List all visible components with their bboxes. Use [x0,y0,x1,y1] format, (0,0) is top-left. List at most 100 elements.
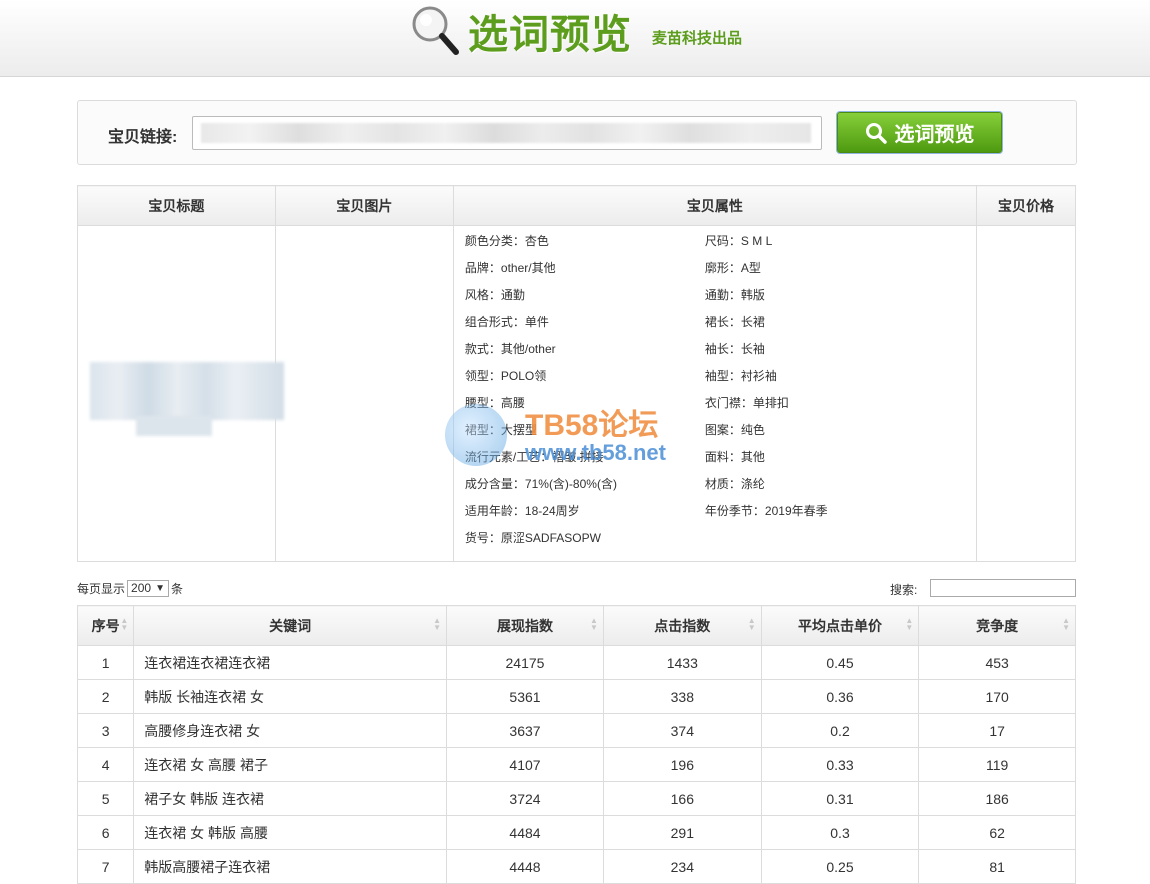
sort-icon: ▲ ▼ [590,616,598,632]
cell-impressions: 4448 [446,849,604,884]
column-header-competition[interactable]: 竞争度 ▲ ▼ [918,605,1076,646]
header-attributes: 宝贝属性 [452,185,977,226]
cell-keyword: 高腰修身连衣裙 女 [133,713,448,748]
attribute-item: 成分含量：71%(含)-80%(含) [464,477,617,491]
column-header-label: 竞争度 [976,617,1019,634]
column-header-cpc[interactable]: 平均点击单价 ▲ ▼ [760,605,920,646]
app-subtitle: 麦苗科技出品 [652,30,743,47]
dropdown-arrow-icon: ▼ [155,583,166,594]
table-row: 6 连衣裙 女 韩版 高腰 4484 291 0.3 62 [76,815,1076,850]
cell-clicks: 1433 [602,645,762,680]
cell-clicks: 234 [602,849,762,884]
header-title: 宝贝标题 [77,185,276,226]
attribute-item: 货号：原涩SADFASOPW [464,531,601,545]
table-search-label: 搜索: [890,583,918,597]
redacted-url [201,123,811,143]
table-row: 3 高腰修身连衣裙 女 3637 374 0.2 17 [76,713,1076,748]
redacted-title [90,362,284,420]
column-header-label: 序号 [91,617,120,634]
cell-no: 7 [76,849,135,884]
cell-competition: 170 [918,679,1076,714]
cell-keyword: 韩版 长袖连衣裙 女 [133,679,448,714]
page-size-select[interactable]: 200 ▼ [127,580,170,597]
redacted-title [136,416,212,436]
cell-competition: 453 [918,645,1076,680]
cell-impressions: 24175 [446,645,604,680]
preview-button-label: 选词预览 [894,124,975,146]
page-size-suffix: 条 [171,582,184,596]
cell-no: 5 [76,781,135,816]
search-icon [865,122,887,144]
attribute-item: 裙长：长裙 [704,315,765,329]
cell-clicks: 374 [602,713,762,748]
cell-keyword: 连衣裙 女 高腰 裙子 [133,747,448,782]
cell-keyword: 韩版高腰裙子连衣裙 [133,849,448,884]
attribute-item: 适用年龄：18-24周岁 [464,504,580,518]
cell-cpc: 0.36 [760,679,920,714]
cell-impressions: 4107 [446,747,604,782]
attribute-item: 廓形：A型 [704,261,761,275]
cell-keyword: 连衣裙 女 韩版 高腰 [133,815,448,850]
column-header-clicks[interactable]: 点击指数 ▲ ▼ [602,605,762,646]
sort-icon: ▲ ▼ [905,616,914,632]
table-row: 2 韩版 长袖连衣裙 女 5361 338 0.36 170 [76,679,1076,714]
table-search-input[interactable] [930,579,1076,597]
cell-cpc: 0.25 [760,849,920,884]
cell-no: 6 [76,815,135,850]
cell-impressions: 4484 [446,815,604,850]
keyword-table: 序号 ▲ ▼ 关键词 ▲ ▼ 展现指数 ▲ ▼ 点击指数 ▲ ▼ 平均点击单价 ▲ ▼ 竞争度 ▲ ▼ … [76,605,1076,884]
table-row: 4 连衣裙 女 高腰 裙子 4107 196 0.33 119 [76,747,1076,782]
cell-clicks: 166 [602,781,762,816]
url-search-panel: 宝贝链接: 选词预览 [77,100,1077,165]
attribute-item: 领型：POLO领 [464,369,547,383]
url-label: 宝贝链接: [108,129,178,146]
page-size-prefix: 每页显示 [77,582,126,596]
preview-button[interactable]: 选词预览 [837,112,1002,153]
cell-cpc: 0.45 [760,645,920,680]
cell-impressions: 5361 [446,679,604,714]
attribute-item: 颜色分类：杏色 [464,234,549,248]
cell-clicks: 291 [602,815,762,850]
page-size-value: 200 [131,581,152,595]
sort-icon: ▲ ▼ [1062,616,1070,632]
column-header-label: 平均点击单价 [798,617,882,634]
cell-keyword: 裙子女 韩版 连衣裙 [133,781,448,816]
cell-no: 4 [76,747,135,782]
cell-cpc: 0.3 [760,815,920,850]
attribute-item: 裙型：大摆型 [464,423,537,437]
attribute-item: 图案：纯色 [704,423,765,437]
attribute-item: 款式：其他/other [464,342,556,356]
sort-icon: ▲ ▼ [747,616,756,632]
table-row: 5 裙子女 韩版 连衣裙 3724 166 0.31 186 [76,781,1076,816]
attribute-item: 通勤：韩版 [704,288,765,302]
product-table: 宝贝标题 宝贝图片 宝贝属性 宝贝价格 颜色分类：杏色 尺码：S M L 品牌：ot… [77,185,1077,562]
sort-icon: ▲ ▼ [433,616,442,632]
cell-no: 1 [76,645,135,680]
product-attributes-cell: 颜色分类：杏色 尺码：S M L 品牌：other/其他 廓形：A型 风格：通勤 通勤：韩… [452,225,977,562]
page-size-control: 每页显示 200 ▼ 条 [77,580,183,597]
magnifier-icon [412,6,459,55]
cell-impressions: 3724 [446,781,604,816]
app-title: 选词预览 [468,12,632,58]
attribute-item: 年份季节：2019年春季 [704,504,828,518]
attribute-item: 袖长：长袖 [704,342,765,356]
cell-competition: 186 [918,781,1076,816]
page-header: 选词预览 麦苗科技出品 [0,0,1150,77]
attribute-item: 袖型：衬衫袖 [704,369,777,383]
cell-competition: 119 [918,747,1076,782]
header-price: 宝贝价格 [975,185,1077,226]
cell-cpc: 0.31 [760,781,920,816]
attribute-item: 尺码：S M L [704,234,773,248]
product-price-cell [975,225,1077,562]
column-header-label: 关键词 [269,617,312,634]
cell-cpc: 0.2 [760,713,920,748]
table-row: 1 连衣裙连衣裙连衣裙 24175 1433 0.45 453 [76,645,1076,680]
cell-clicks: 196 [602,747,762,782]
cell-no: 2 [76,679,135,714]
column-header-impressions[interactable]: 展现指数 ▲ ▼ [446,605,604,646]
attribute-item: 流行元素/工艺：褶皱 拼接 [464,450,604,464]
url-input[interactable] [192,116,822,150]
column-header-label: 展现指数 [496,617,553,634]
column-header-no[interactable]: 序号 ▲ ▼ [76,605,135,646]
column-header-keyword[interactable]: 关键词 ▲ ▼ [133,605,448,646]
